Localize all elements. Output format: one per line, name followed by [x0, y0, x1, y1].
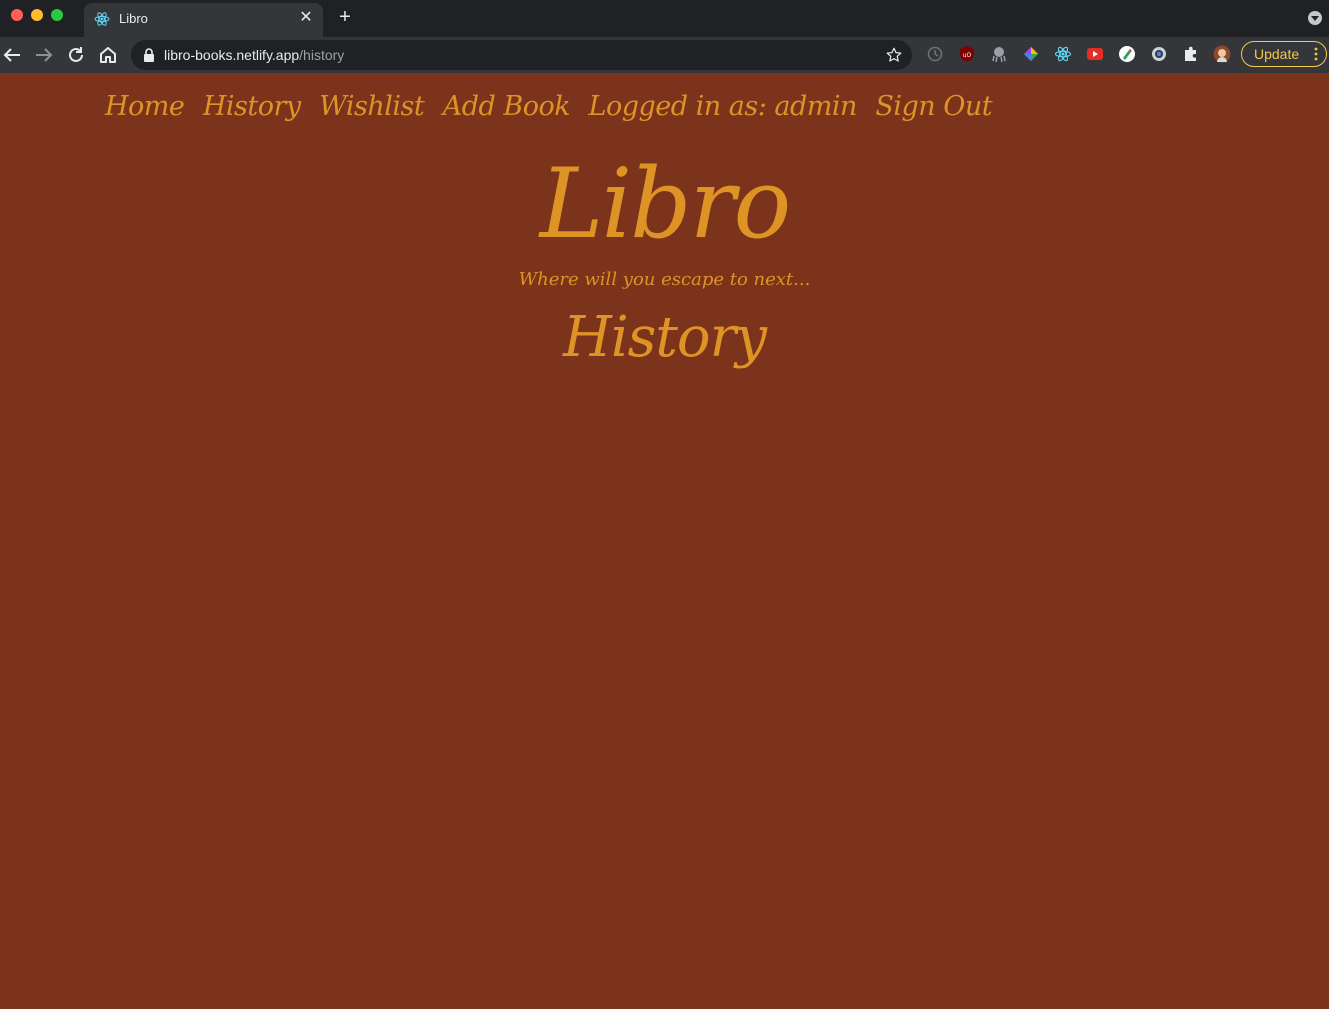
youtube-icon[interactable]	[1086, 45, 1104, 63]
nav-add-book-link[interactable]: Add Book	[443, 91, 571, 122]
new-tab-button[interactable]: +	[336, 7, 354, 27]
site-tagline: Where will you escape to next...	[518, 269, 811, 290]
url-path: /history	[299, 47, 345, 63]
nav-wishlist-link[interactable]: Wishlist	[319, 91, 425, 122]
sign-out-link[interactable]: Sign Out	[875, 91, 992, 122]
site-title: Libro	[539, 148, 792, 260]
address-bar[interactable]: libro-books.netlify.app/history	[131, 40, 912, 70]
update-button[interactable]: Update	[1241, 41, 1327, 67]
bookmark-star-icon[interactable]	[885, 46, 903, 64]
tab-close-icon[interactable]: ✕	[297, 9, 315, 27]
page-content: Home History Wishlist Add Book Logged in…	[0, 73, 1329, 1009]
url-host: libro-books.netlify.app	[164, 47, 300, 63]
browser-chrome: Libro ✕ + libro-books.netlify.app/histor…	[0, 0, 1329, 73]
tab-title: Libro	[119, 11, 148, 26]
maximize-window-button[interactable]	[51, 9, 63, 21]
colorpick-icon[interactable]	[1022, 45, 1040, 63]
profile-avatar[interactable]	[1213, 45, 1231, 63]
svg-text:uO: uO	[963, 52, 972, 59]
minimize-window-button[interactable]	[31, 9, 43, 21]
logged-in-status: Logged in as: admin	[588, 91, 858, 122]
lock-icon[interactable]	[143, 48, 155, 62]
octopus-icon[interactable]	[990, 45, 1008, 63]
page-title: History	[562, 305, 767, 370]
url-text: libro-books.netlify.app/history	[164, 47, 344, 63]
ublock-icon[interactable]: uO	[958, 45, 976, 63]
update-label: Update	[1254, 46, 1300, 62]
tab-strip: Libro ✕ +	[0, 0, 1329, 37]
nav-home-link[interactable]: Home	[105, 91, 185, 122]
history-icon[interactable]	[926, 45, 944, 63]
browser-tab[interactable]: Libro ✕	[84, 3, 323, 37]
browser-toolbar: libro-books.netlify.app/history uO Updat…	[0, 37, 1329, 73]
close-window-button[interactable]	[11, 9, 23, 21]
forward-arrow-icon[interactable]	[32, 43, 56, 67]
main-nav: Home History Wishlist Add Book Logged in…	[105, 91, 1006, 122]
nav-history-link[interactable]: History	[203, 91, 301, 122]
react-favicon-icon	[94, 12, 110, 26]
ring-icon[interactable]	[1150, 45, 1168, 63]
puzzle-icon[interactable]	[1182, 45, 1200, 63]
pen-icon[interactable]	[1118, 45, 1136, 63]
menu-dots-icon[interactable]	[1314, 46, 1318, 62]
home-icon[interactable]	[96, 43, 120, 67]
reload-icon[interactable]	[64, 43, 88, 67]
back-arrow-icon[interactable]	[0, 43, 24, 67]
react-devtools-icon[interactable]	[1054, 45, 1072, 63]
tab-search-icon[interactable]	[1308, 11, 1322, 25]
